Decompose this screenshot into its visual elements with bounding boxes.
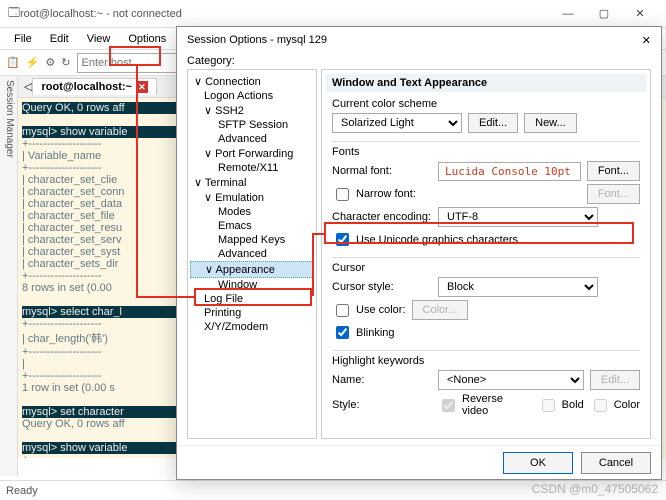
char-encoding-label: Character encoding:	[332, 211, 432, 223]
tree-item-terminal[interactable]: ∨ Terminal	[190, 175, 314, 190]
tree-item-emacs[interactable]: Emacs	[190, 219, 314, 233]
hl-name-label: Name:	[332, 374, 432, 386]
tree-item-ssh2[interactable]: ∨ SSH2	[190, 103, 314, 118]
tab-prev-icon[interactable]: ◁	[24, 80, 32, 93]
dialog-titlebar: Session Options - mysql 129 ✕	[177, 27, 661, 53]
menu-edit[interactable]: Edit	[42, 31, 77, 47]
category-label: Category:	[187, 55, 651, 67]
tree-item-advanced[interactable]: Advanced	[190, 132, 314, 146]
blinking-label: Blinking	[356, 327, 395, 339]
hl-name-select[interactable]: <None>	[438, 370, 584, 390]
dialog-title: Session Options - mysql 129	[187, 34, 642, 46]
tree-item-emulation[interactable]: ∨ Emulation	[190, 190, 314, 205]
hl-edit-button: Edit...	[590, 370, 640, 390]
cursor-style-select[interactable]: Block	[438, 277, 598, 297]
fonts-label: Fonts	[332, 146, 640, 158]
char-encoding-select[interactable]: UTF-8	[438, 207, 598, 227]
cursor-group-label: Cursor	[332, 262, 640, 274]
color-button: Color...	[412, 300, 469, 320]
narrow-font-checkbox[interactable]	[336, 188, 349, 201]
window-close-button[interactable]: ✕	[622, 2, 658, 26]
window-title: root@localhost:~ - not connected	[20, 8, 550, 20]
menu-view[interactable]: View	[79, 31, 119, 47]
reverse-checkbox	[442, 399, 455, 412]
form-header: Window and Text Appearance	[326, 74, 646, 92]
cursor-style-label: Cursor style:	[332, 281, 432, 293]
edit-button[interactable]: Edit...	[468, 113, 518, 133]
tree-item-remote-x11[interactable]: Remote/X11	[190, 161, 314, 175]
use-color-label: Use color:	[356, 304, 406, 316]
scheme-select[interactable]: Solarized Light	[332, 113, 462, 133]
new-button[interactable]: New...	[524, 113, 577, 133]
tree-item-advanced[interactable]: Advanced	[190, 247, 314, 261]
category-tree[interactable]: ∨ Connection Logon Actions∨ SSH2 SFTP Se…	[187, 69, 317, 439]
tree-item-log-file[interactable]: Log File	[190, 292, 314, 306]
tree-item-appearance[interactable]: ∨ Appearance	[190, 261, 314, 278]
lightning-icon[interactable]: ⚡	[26, 56, 40, 69]
refresh-icon[interactable]: ↻	[61, 56, 70, 69]
normal-font-label: Normal font:	[332, 165, 432, 177]
maximize-button[interactable]: ▢	[586, 2, 622, 26]
tree-item-sftp-session[interactable]: SFTP Session	[190, 118, 314, 132]
narrow-font-label: Narrow font:	[356, 188, 416, 200]
tree-item-printing[interactable]: Printing	[190, 306, 314, 320]
tree-item-logon-actions[interactable]: Logon Actions	[190, 89, 314, 103]
bold-checkbox	[542, 399, 555, 412]
settings-icon[interactable]: ⚙	[45, 56, 55, 69]
narrow-font-button: Font...	[587, 184, 640, 204]
tree-item-connection[interactable]: ∨ Connection	[190, 74, 314, 89]
tree-item-port-forwarding[interactable]: ∨ Port Forwarding	[190, 146, 314, 161]
font-button[interactable]: Font...	[587, 161, 640, 181]
unicode-checkbox[interactable]	[336, 233, 349, 246]
session-options-dialog: Session Options - mysql 129 ✕ Category: …	[176, 26, 662, 480]
menu-file[interactable]: File	[6, 31, 40, 47]
dialog-close-button[interactable]: ✕	[642, 34, 651, 47]
minimize-button[interactable]: —	[550, 2, 586, 26]
tree-item-window[interactable]: Window	[190, 278, 314, 292]
paste-icon[interactable]: 📋	[6, 56, 20, 69]
tree-item-x-y-zmodem[interactable]: X/Y/Zmodem	[190, 320, 314, 334]
watermark: CSDN @m0_47505062	[532, 482, 658, 496]
tab-label: root@localhost:~	[41, 81, 131, 93]
status-text: Ready	[6, 485, 38, 497]
hl-style-label: Style:	[332, 399, 432, 411]
menu-options[interactable]: Options	[120, 31, 174, 47]
tree-item-mapped-keys[interactable]: Mapped Keys	[190, 233, 314, 247]
use-color-checkbox[interactable]	[336, 304, 349, 317]
normal-font-value: Lucida Console 10pt	[438, 162, 581, 181]
window-titlebar: 🗔 root@localhost:~ - not connected — ▢ ✕	[0, 0, 666, 28]
settings-form: Window and Text Appearance Current color…	[321, 69, 651, 439]
blinking-checkbox[interactable]	[336, 326, 349, 339]
color-checkbox	[594, 399, 607, 412]
app-icon: 🗔	[8, 4, 20, 23]
session-manager-tab[interactable]: Session Manager	[0, 76, 18, 476]
cancel-button[interactable]: Cancel	[581, 452, 651, 474]
scheme-label: Current color scheme	[332, 98, 640, 110]
ok-button[interactable]: OK	[503, 452, 573, 474]
highlight-label: Highlight keywords	[332, 355, 640, 367]
tab-close-icon[interactable]: ✕	[136, 81, 148, 93]
unicode-label: Use Unicode graphics characters	[356, 234, 518, 246]
tree-item-modes[interactable]: Modes	[190, 205, 314, 219]
tab-session[interactable]: root@localhost:~ ✕	[32, 78, 156, 95]
